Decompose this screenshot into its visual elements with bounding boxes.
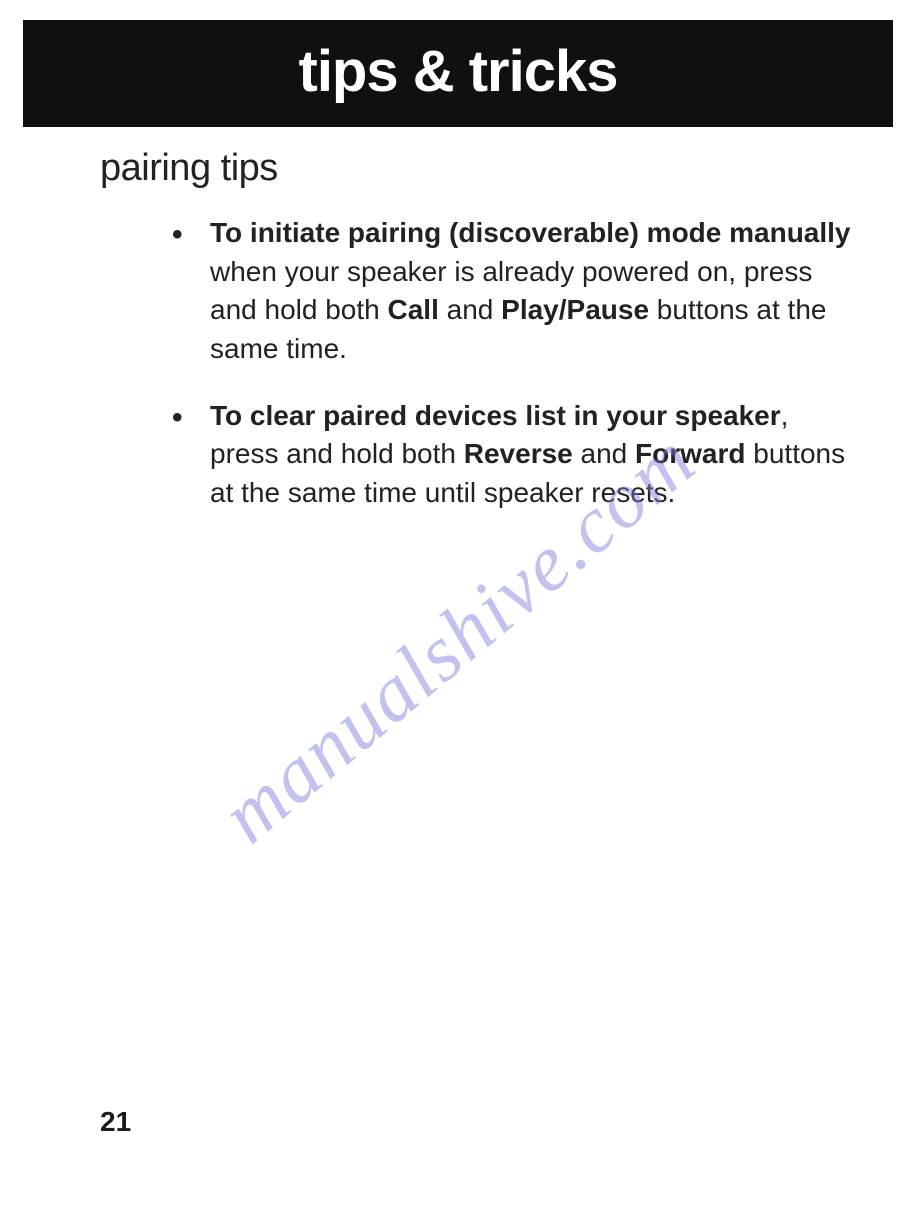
- body-text: and: [439, 294, 501, 325]
- bullet-list: To initiate pairing (discoverable) mode …: [100, 214, 858, 512]
- bold-term: Forward: [635, 438, 745, 469]
- page-header: tips & tricks: [23, 20, 893, 127]
- bold-lead: To clear paired devices list in your spe…: [210, 400, 781, 431]
- bold-term: Reverse: [464, 438, 573, 469]
- bold-term: Call: [388, 294, 439, 325]
- page-title: tips & tricks: [23, 38, 893, 105]
- section-subheading: pairing tips: [100, 147, 858, 190]
- list-item: To clear paired devices list in your spe…: [172, 397, 858, 513]
- bold-lead: To initiate pairing (discoverable) mode …: [210, 217, 851, 248]
- list-item: To initiate pairing (discoverable) mode …: [172, 214, 858, 369]
- body-text: and: [573, 438, 635, 469]
- page-content: pairing tips To initiate pairing (discov…: [0, 127, 918, 512]
- bold-term: Play/Pause: [501, 294, 649, 325]
- page-number: 21: [100, 1106, 131, 1138]
